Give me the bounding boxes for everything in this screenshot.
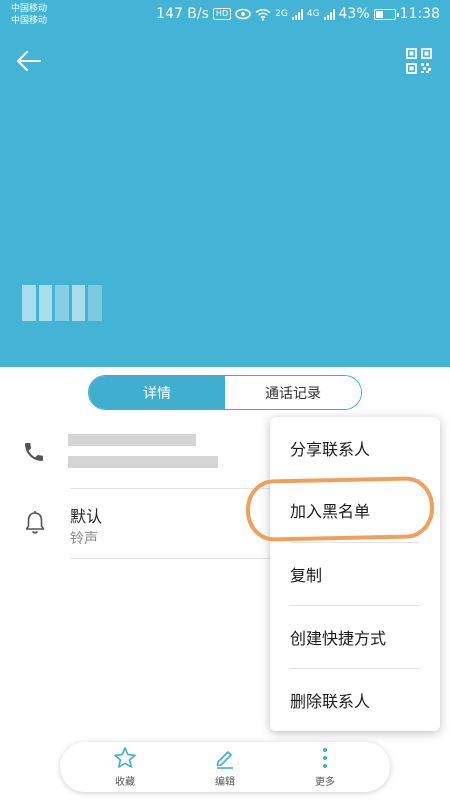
menu-item-create-shortcut[interactable]: 创建快捷方式 <box>270 606 440 668</box>
carrier-2: 中国移动 <box>11 16 48 26</box>
pencil-icon <box>216 751 233 769</box>
bell-icon <box>25 511 45 534</box>
arrow-left-icon <box>17 51 41 71</box>
more-vertical-icon <box>323 748 327 768</box>
status-indicators: 147 B/s HD 2G 4G 43% 11:38 <box>156 6 440 22</box>
hd-icon: HD <box>212 8 232 20</box>
network-type-2: 4G <box>306 9 320 19</box>
wifi-icon <box>255 8 271 21</box>
highlight-annotation <box>245 476 435 542</box>
status-bar: 中国移动 中国移动 147 B/s HD 2G 4G 43% 11:38 <box>0 0 450 32</box>
network-speed: 147 B/s <box>156 6 209 22</box>
edit-label: 编辑 <box>215 777 235 788</box>
eye-icon <box>235 8 251 20</box>
carrier-1: 中国移动 <box>11 4 48 14</box>
ringtone-label: 铃声 <box>70 531 98 547</box>
clock: 11:38 <box>399 6 440 22</box>
carrier-labels: 中国移动 中国移动 <box>11 3 47 27</box>
signal-1-icon <box>291 8 303 20</box>
menu-item-share-contact[interactable]: 分享联系人 <box>270 417 440 479</box>
signal-2-icon <box>323 8 335 20</box>
tab-call-log[interactable]: 通话记录 <box>225 376 361 409</box>
detail-tabs: 详情 通话记录 <box>88 375 362 410</box>
ringtone-value[interactable]: 默认 <box>70 503 102 527</box>
edit-button[interactable]: 编辑 <box>195 742 255 792</box>
more-label: 更多 <box>315 777 335 788</box>
battery-icon <box>373 8 399 20</box>
back-button[interactable] <box>14 46 44 76</box>
more-button[interactable]: 更多 <box>295 742 355 792</box>
contact-name-redacted <box>22 285 102 321</box>
tab-details[interactable]: 详情 <box>89 376 225 409</box>
phone-icon <box>25 443 43 461</box>
row-divider <box>70 558 270 559</box>
battery-percent: 43% <box>338 6 370 22</box>
qr-code-button[interactable] <box>406 48 432 74</box>
menu-item-copy[interactable]: 复制 <box>270 543 440 605</box>
favorite-button[interactable]: 收藏 <box>95 742 155 792</box>
row-divider <box>70 488 270 489</box>
qr-code-icon <box>406 48 432 74</box>
phone-number-redacted[interactable] <box>68 434 218 478</box>
battery-fill <box>375 10 383 18</box>
more-options-menu: 分享联系人 加入黑名单 复制 创建快捷方式 删除联系人 <box>270 417 440 731</box>
contact-header: 中国移动 中国移动 147 B/s HD 2G 4G 43% 11:38 <box>0 0 450 367</box>
star-icon <box>114 747 136 768</box>
menu-item-delete-contact[interactable]: 删除联系人 <box>270 669 440 731</box>
bottom-action-bar: 收藏 编辑 更多 <box>60 742 390 792</box>
network-type-1: 2G <box>275 9 288 19</box>
favorite-label: 收藏 <box>115 777 135 788</box>
